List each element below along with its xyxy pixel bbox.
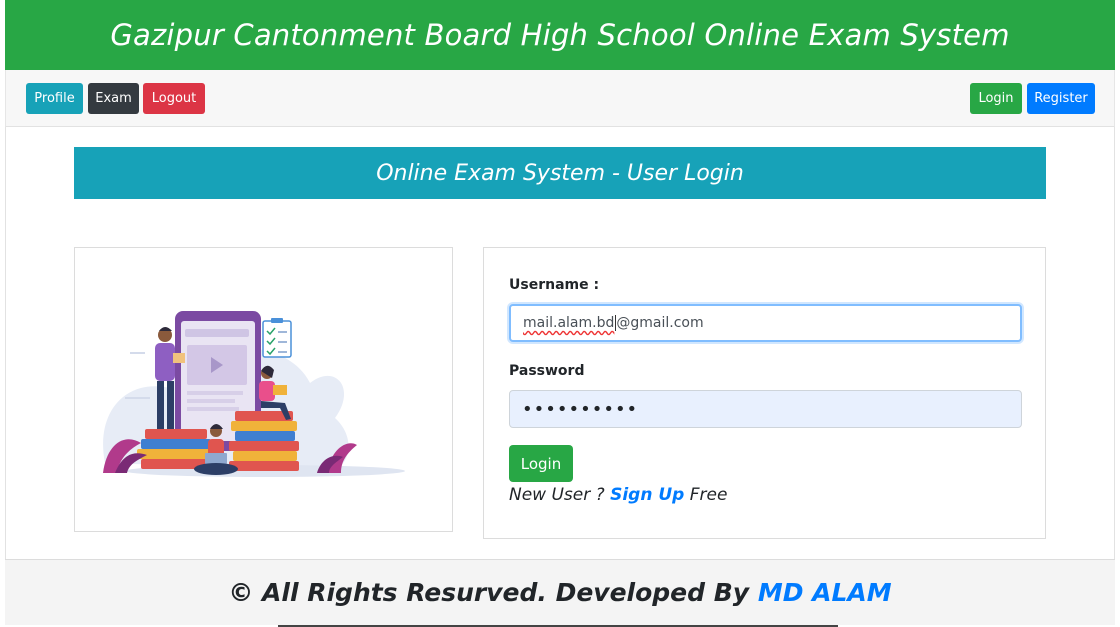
password-input[interactable]: •••••••••• <box>509 390 1022 428</box>
site-title: Gazipur Cantonment Board High School Onl… <box>110 18 1010 52</box>
copyright-text: © All Rights Resurved. Developed By <box>228 578 750 607</box>
login-submit-button[interactable]: Login <box>509 445 573 482</box>
username-label: Username : <box>509 277 600 293</box>
password-label: Password <box>509 363 585 379</box>
signup-suffix: Free <box>689 485 728 505</box>
students-with-books-illustration <box>103 311 405 477</box>
navbar: Profile Exam Logout Login Register <box>5 70 1115 127</box>
login-title-bar: Online Exam System - User Login <box>74 147 1046 199</box>
login-title: Online Exam System - User Login <box>376 160 744 186</box>
login-form-card: Username : mail.alam.bd @gmail.com Passwo… <box>483 247 1046 539</box>
username-value-domain: @gmail.com <box>616 315 704 331</box>
signup-prompt: New User ? Sign Up Free <box>509 485 727 505</box>
site-footer: © All Rights Resurved. Developed By MD A… <box>5 559 1115 625</box>
site-header: Gazipur Cantonment Board High School Onl… <box>5 0 1115 70</box>
footer-text: © All Rights Resurved. Developed By MD A… <box>228 578 891 607</box>
illustration-card <box>74 247 453 532</box>
signup-prefix: New User ? <box>509 485 605 505</box>
logout-button[interactable]: Logout <box>143 83 205 114</box>
exam-button[interactable]: Exam <box>88 83 139 114</box>
login-nav-button[interactable]: Login <box>970 83 1022 114</box>
developer-link[interactable]: MD ALAM <box>758 578 892 607</box>
profile-button[interactable]: Profile <box>26 83 83 114</box>
username-input[interactable]: mail.alam.bd @gmail.com <box>509 304 1022 342</box>
page: Gazipur Cantonment Board High School Onl… <box>0 0 1120 627</box>
register-button[interactable]: Register <box>1027 83 1095 114</box>
signup-link[interactable]: Sign Up <box>610 485 684 505</box>
username-value-part: mail.alam.bd <box>523 315 615 331</box>
